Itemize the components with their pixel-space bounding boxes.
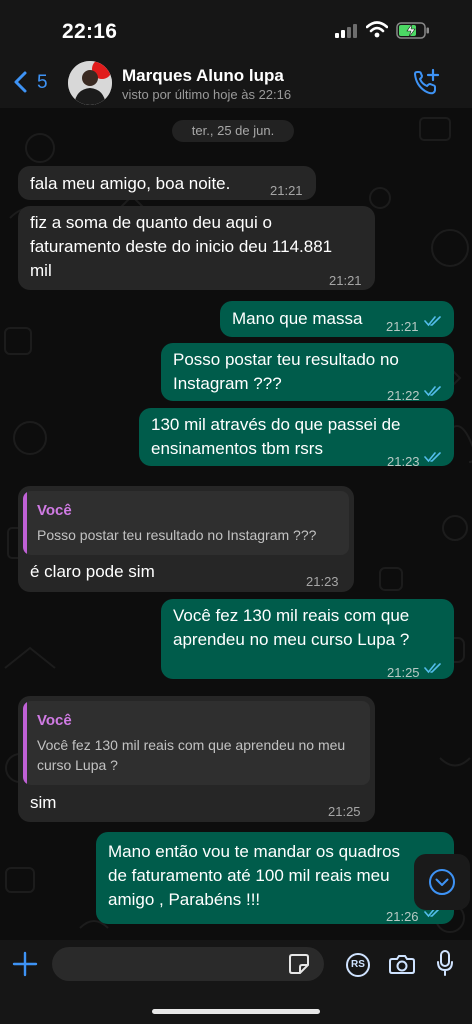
quote-author: Você bbox=[37, 502, 72, 519]
read-receipt-icon bbox=[424, 316, 441, 327]
message-time: 21:21 bbox=[329, 273, 362, 288]
contact-last-seen: visto por último hoje às 22:16 bbox=[122, 87, 292, 102]
contact-avatar[interactable] bbox=[68, 61, 112, 105]
date-separator: ter., 25 de jun. bbox=[172, 120, 294, 142]
message-text: Mano que massa bbox=[232, 309, 363, 328]
status-bar: 22:16 bbox=[0, 0, 472, 58]
message-text: fiz a soma de quanto deu aqui o faturame… bbox=[30, 213, 333, 280]
message-bubble-incoming[interactable]: fala meu amigo, boa noite. 21:21 bbox=[18, 166, 316, 200]
back-chevron-icon[interactable] bbox=[12, 70, 28, 94]
quote-text: Posso postar teu resultado no Instagram … bbox=[37, 527, 317, 543]
add-call-icon[interactable] bbox=[412, 68, 440, 96]
read-receipt-icon bbox=[424, 452, 441, 463]
read-receipt-icon bbox=[424, 663, 441, 674]
message-text: Posso postar teu resultado no Instagram … bbox=[173, 350, 399, 393]
back-unread-count[interactable]: 5 bbox=[37, 72, 48, 94]
sticker-icon[interactable] bbox=[288, 953, 310, 975]
message-text: 130 mil através do que passei de ensinam… bbox=[151, 415, 401, 458]
message-text: sim bbox=[30, 793, 57, 812]
message-time: 21:22 bbox=[387, 388, 420, 403]
message-time: 21:23 bbox=[306, 574, 339, 589]
camera-icon[interactable] bbox=[389, 953, 415, 975]
message-text: é claro pode sim bbox=[30, 562, 155, 581]
quoted-reply[interactable]: Você Posso postar teu resultado no Insta… bbox=[23, 491, 349, 555]
message-text: fala meu amigo, boa noite. bbox=[30, 174, 231, 193]
battery-charging-icon bbox=[396, 22, 429, 39]
message-bubble-outgoing[interactable]: Mano então vou te mandar os quadros de f… bbox=[96, 832, 454, 924]
quote-accent-bar bbox=[23, 701, 27, 785]
home-indicator bbox=[152, 1009, 320, 1014]
contact-name[interactable]: Marques Aluno lupa bbox=[122, 66, 284, 86]
plus-icon[interactable] bbox=[12, 951, 38, 977]
cellular-signal-icon bbox=[335, 24, 357, 38]
message-bubble-outgoing[interactable]: Você fez 130 mil reais com que aprendeu … bbox=[161, 599, 454, 680]
microphone-icon[interactable] bbox=[436, 949, 454, 977]
message-bubble-outgoing[interactable]: Posso postar teu resultado no Instagram … bbox=[161, 343, 454, 403]
message-time: 21:21 bbox=[270, 183, 303, 198]
quote-text: Você fez 130 mil reais com que aprendeu … bbox=[37, 737, 346, 773]
quoted-reply[interactable]: Você Você fez 130 mil reais com que apre… bbox=[23, 701, 370, 785]
message-text: Mano então vou te mandar os quadros de f… bbox=[108, 842, 401, 909]
message-bubble-outgoing[interactable]: 130 mil através do que passei de ensinam… bbox=[139, 408, 454, 469]
chat-area[interactable]: ter., 25 de jun. fala meu amigo, boa noi… bbox=[0, 108, 472, 940]
chat-header: 5 Marques Aluno lupa visto por último ho… bbox=[0, 58, 472, 108]
message-bubble-incoming[interactable]: Você Você fez 130 mil reais com que apre… bbox=[18, 696, 375, 822]
message-time: 21:26 bbox=[386, 909, 419, 924]
quote-author: Você bbox=[37, 712, 72, 729]
message-bubble-incoming[interactable]: Você Posso postar teu resultado no Insta… bbox=[18, 486, 354, 592]
message-bubble-outgoing[interactable]: Mano que massa 21:21 bbox=[220, 301, 454, 337]
message-time: 21:23 bbox=[387, 454, 420, 469]
message-input[interactable] bbox=[52, 947, 324, 981]
read-receipt-icon bbox=[424, 386, 441, 397]
chevron-down-circle-icon bbox=[429, 869, 455, 895]
message-time: 21:25 bbox=[328, 804, 361, 819]
quote-accent-bar bbox=[23, 491, 27, 555]
message-time: 21:25 bbox=[387, 665, 420, 680]
status-time: 22:16 bbox=[62, 20, 118, 43]
message-time: 21:21 bbox=[386, 319, 419, 334]
scroll-to-bottom-button[interactable] bbox=[414, 854, 470, 910]
message-bubble-incoming[interactable]: fiz a soma de quanto deu aqui o faturame… bbox=[18, 206, 375, 290]
composer-bar: RS bbox=[0, 940, 472, 1024]
message-text: Você fez 130 mil reais com que aprendeu … bbox=[173, 606, 410, 649]
payment-icon[interactable]: RS bbox=[346, 953, 370, 977]
wifi-icon bbox=[366, 21, 388, 38]
